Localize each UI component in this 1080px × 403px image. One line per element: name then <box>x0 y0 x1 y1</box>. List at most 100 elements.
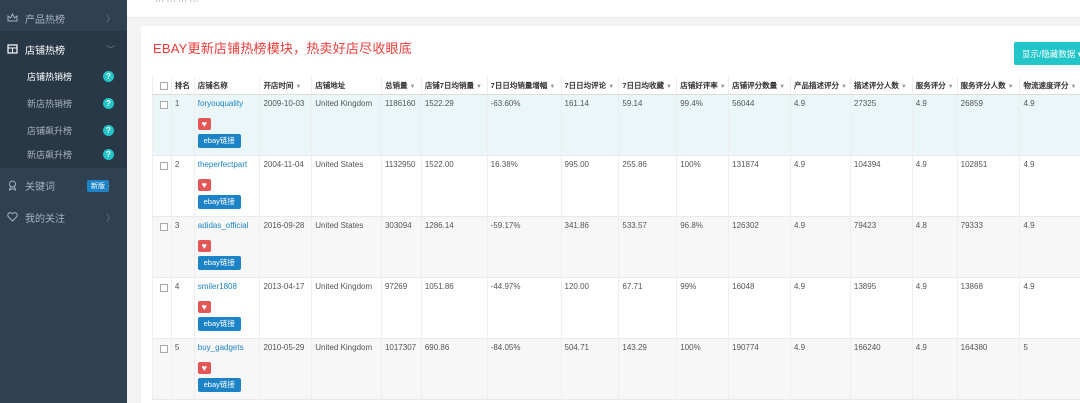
shop-cell: foryouquality ♥ ebay链接 <box>193 94 260 156</box>
growth-cell: 16.38% <box>486 155 562 217</box>
rev-cell: 995.00 <box>560 155 619 217</box>
crown-icon <box>6 12 18 24</box>
avg7-cell: 1051.86 <box>420 277 488 339</box>
row-checkbox[interactable] <box>160 284 168 293</box>
fav-cell: 67.71 <box>618 277 677 339</box>
sidebar-item-store-hot[interactable]: 店铺热榜 ﹀ <box>0 31 127 67</box>
shop-cell: theperfectpart ♥ ebay链接 <box>193 155 260 217</box>
rank-cell: 1 <box>170 94 195 156</box>
sidebar-sub-store-hot-sales[interactable]: 店铺热销榜 ? <box>0 63 127 90</box>
sort-icon: ▼ <box>475 83 482 90</box>
sidebar-sub-new-store-rising[interactable]: 新店飙升榜 ? <box>0 140 127 168</box>
column-header[interactable]: 服务评分人数 ▼ <box>956 77 1020 95</box>
follow-heart-icon[interactable]: ♥ <box>197 239 211 252</box>
table-row[interactable]: 5 buy_gadgets ♥ ebay链接 2010-05-29 United King… <box>152 338 1080 400</box>
ebay-link-button[interactable]: ebay链接 <box>197 316 241 331</box>
scnt2-cell: 13868 <box>956 277 1020 339</box>
addr-cell: United States <box>311 155 382 217</box>
column-header[interactable]: 7日日均收藏 ▼ <box>618 77 677 95</box>
column-header[interactable]: 服务评分 ▼ <box>911 77 958 95</box>
growth-cell: -44.97% <box>486 277 562 339</box>
shop-name-link[interactable]: foryouquality <box>198 99 243 108</box>
help-icon[interactable]: ? <box>103 71 114 82</box>
sidebar: 产品热榜 〉 店铺热榜 ﹀ 店铺热销榜 ? 新店热销榜 ? 店铺飙升榜 ? 新店… <box>0 0 127 403</box>
avg7-cell: 690.86 <box>420 338 488 400</box>
open-cell: 2009-10-03 <box>259 94 312 156</box>
ship-cell: 4.9 <box>1019 155 1080 217</box>
sidebar-item-label: 产品热榜 <box>25 14 65 26</box>
ebay-link-button[interactable]: ebay链接 <box>197 133 241 148</box>
rev-cell: 504.71 <box>560 338 619 400</box>
column-header: 店铺名称 <box>193 77 260 95</box>
sort-icon: ▼ <box>549 83 556 90</box>
column-header[interactable]: 店铺好评率 ▼ <box>676 77 729 95</box>
table-row[interactable]: 3 adidas_official ♥ ebay链接 2016-09-28 United … <box>152 216 1080 278</box>
table-row[interactable]: 2 theperfectpart ♥ ebay链接 2004-11-04 United S… <box>152 155 1080 217</box>
rank-cell: 5 <box>170 338 195 400</box>
column-header[interactable]: 产品描述评分 ▼ <box>790 77 851 95</box>
toggle-columns-button[interactable]: 显示/隐藏数据 ▾ <box>1014 42 1080 65</box>
rank-cell: 2 <box>170 155 195 217</box>
follow-heart-icon[interactable]: ♥ <box>197 117 211 130</box>
row-checkbox[interactable] <box>160 162 168 171</box>
main-panel: EBAY更新店铺热榜模块，热卖好店尽收眼底 显示/隐藏数据 ▾ 排名 店铺名称 … <box>141 26 1080 403</box>
help-icon[interactable]: ? <box>103 125 114 136</box>
dcnt-cell: 104394 <box>849 155 913 217</box>
column-header[interactable]: 店铺7日均销量 ▼ <box>420 77 488 95</box>
chevron-down-icon: ﹀ <box>105 44 115 55</box>
ebay-link-button[interactable]: ebay链接 <box>197 377 241 392</box>
row-select-cell <box>152 155 172 217</box>
top-bar: ⋯ ⋯ ⋯ ⋯ <box>127 0 1080 18</box>
help-icon[interactable]: ? <box>103 148 114 160</box>
row-checkbox[interactable] <box>160 223 168 232</box>
column-header[interactable]: 店铺评分数量 ▼ <box>728 77 791 95</box>
sort-icon: ▼ <box>295 83 302 90</box>
ebay-link-button[interactable]: ebay链接 <box>197 194 241 209</box>
store-icon <box>6 43 18 55</box>
table-row[interactable]: 4 smiler1808 ♥ ebay链接 2013-04-17 United Kingd… <box>152 277 1080 339</box>
sidebar-item-label: 我的关注 <box>25 213 65 225</box>
shop-cell: adidas_official ♥ ebay链接 <box>193 216 260 278</box>
addr-cell: United States <box>311 216 382 278</box>
sidebar-sub-new-store-hot-sales[interactable]: 新店热销榜 ? <box>0 90 127 117</box>
column-header[interactable]: 7日日均评论 ▼ <box>560 77 619 95</box>
shop-name-link[interactable]: adidas_official <box>198 221 249 230</box>
sub-item-label: 店铺飙升榜 <box>27 126 73 136</box>
column-header[interactable]: 开店时间 ▼ <box>259 77 312 95</box>
help-icon[interactable]: ? <box>103 98 114 109</box>
open-cell: 2013-04-17 <box>259 277 312 339</box>
table-header-row: 排名 店铺名称 开店时间 ▼ 店铺地址 总销量 ▼ 店铺7日均销量 ▼ 7日日均销量增… <box>152 77 1080 95</box>
column-header[interactable]: 描述评分人数 ▼ <box>849 77 913 95</box>
shop-name-link[interactable]: buy_gadgets <box>198 343 244 352</box>
scnt2-cell: 164380 <box>956 338 1020 400</box>
sidebar-item-my-follows[interactable]: 我的关注 〉 <box>0 199 127 235</box>
sort-icon: ▼ <box>1007 83 1014 90</box>
svc-cell: 4.8 <box>911 216 958 278</box>
fav-cell: 59.14 <box>618 94 677 156</box>
good-cell: 99% <box>676 277 729 339</box>
sort-icon: ▼ <box>719 83 726 90</box>
column-header[interactable]: 总销量 ▼ <box>380 77 422 95</box>
rank-cell: 4 <box>170 277 195 339</box>
scnt-cell: 16048 <box>728 277 791 339</box>
row-checkbox[interactable] <box>160 345 168 354</box>
ebay-link-button[interactable]: ebay链接 <box>197 255 241 270</box>
table-row[interactable]: 1 foryouquality ♥ ebay链接 2009-10-03 United Ki… <box>152 94 1080 156</box>
scnt2-cell: 26859 <box>956 94 1020 156</box>
follow-heart-icon[interactable]: ♥ <box>197 361 211 374</box>
column-header[interactable]: 物流速度评分 ▼ <box>1019 77 1080 95</box>
follow-heart-icon[interactable]: ♥ <box>197 178 211 191</box>
column-header[interactable]: 7日日均销量增幅 ▼ <box>486 77 562 95</box>
scnt2-cell: 79333 <box>956 216 1020 278</box>
select-all-checkbox[interactable] <box>160 81 168 90</box>
sidebar-item-keywords[interactable]: 关键词 新版 〉 <box>0 167 127 203</box>
open-cell: 2010-05-29 <box>259 338 312 400</box>
shop-name-link[interactable]: theperfectpart <box>198 160 247 169</box>
sidebar-item-label: 关键词 <box>25 181 55 193</box>
shop-name-link[interactable]: smiler1808 <box>198 282 237 291</box>
row-select-cell <box>152 216 172 278</box>
follow-heart-icon[interactable]: ♥ <box>197 300 211 313</box>
sort-icon: ▼ <box>666 83 672 90</box>
sort-icon: ▼ <box>900 83 907 90</box>
row-checkbox[interactable] <box>160 101 168 110</box>
